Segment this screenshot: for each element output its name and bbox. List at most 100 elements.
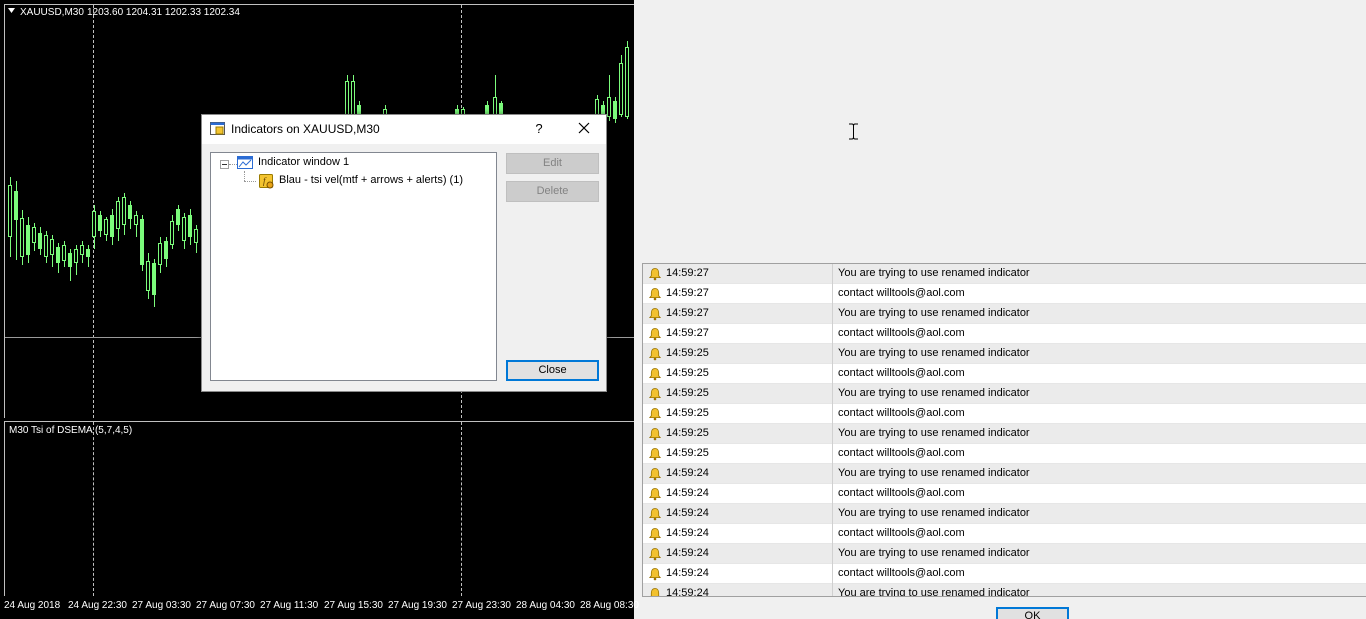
candle-body [152, 263, 156, 295]
log-row[interactable]: 14:59:27 You are trying to use renamed in… [643, 264, 1366, 284]
log-message: contact willtools@aol.com [838, 327, 965, 339]
column-separator [832, 464, 833, 484]
bell-alert-icon [648, 348, 662, 361]
column-separator [832, 504, 833, 524]
log-row[interactable]: 14:59:25 contact willtools@aol.com [643, 404, 1366, 424]
log-message: You are trying to use renamed indicator [838, 307, 1030, 319]
close-button[interactable]: Close [506, 360, 599, 381]
tree-item-indicator-window[interactable]: Indicator window 1 [258, 156, 349, 168]
log-message: contact willtools@aol.com [838, 567, 965, 579]
bell-alert-icon [648, 288, 662, 301]
period-separator [93, 422, 94, 596]
log-time: 14:59:24 [666, 567, 709, 579]
candle-body [38, 233, 42, 249]
bell-alert-icon [648, 568, 662, 581]
log-time: 14:59:24 [666, 587, 709, 597]
log-message: You are trying to use renamed indicator [838, 387, 1030, 399]
log-time: 14:59:24 [666, 547, 709, 559]
bell-alert-icon [648, 448, 662, 461]
chart-symbol-label: XAUUSD,M30 [20, 7, 84, 18]
dropdown-triangle-icon[interactable] [8, 8, 15, 14]
edit-button[interactable]: Edit [506, 153, 599, 174]
log-message: contact willtools@aol.com [838, 487, 965, 499]
log-message: You are trying to use renamed indicator [838, 547, 1030, 559]
log-time: 14:59:25 [666, 407, 709, 419]
indicator-tree[interactable]: Indicator window 1 f Blau - tsi vel(mtf … [210, 152, 497, 381]
indicator-subwindow[interactable]: M30 Tsi of DSEMA (5,7,4,5) [4, 421, 634, 596]
log-row[interactable]: 14:59:25 You are trying to use renamed in… [643, 384, 1366, 404]
candle-body [74, 249, 78, 263]
log-message: You are trying to use renamed indicator [838, 347, 1030, 359]
time-axis-label: 28 Aug 04:30 [516, 600, 575, 611]
time-axis-label: 28 Aug 08:30 [580, 600, 639, 611]
log-row[interactable]: 14:59:25 You are trying to use renamed in… [643, 344, 1366, 364]
log-time: 14:59:27 [666, 327, 709, 339]
bell-alert-icon [648, 468, 662, 481]
column-separator [832, 424, 833, 444]
column-separator [832, 544, 833, 564]
log-row[interactable]: 14:59:27 contact willtools@aol.com [643, 324, 1366, 344]
help-button[interactable]: ? [528, 118, 550, 140]
log-row[interactable]: 14:59:24 contact willtools@aol.com [643, 524, 1366, 544]
candle-body [104, 219, 108, 235]
log-row[interactable]: 14:59:25 You are trying to use renamed in… [643, 424, 1366, 444]
candle-body [80, 245, 84, 255]
collapse-toggle[interactable] [220, 160, 229, 169]
column-separator [832, 384, 833, 404]
bell-alert-icon [650, 588, 660, 596]
log-time: 14:59:25 [666, 347, 709, 359]
log-row[interactable]: 14:59:24 contact willtools@aol.com [643, 484, 1366, 504]
log-message: You are trying to use renamed indicator [838, 267, 1030, 279]
log-time: 14:59:25 [666, 427, 709, 439]
log-row[interactable]: 14:59:24 You are trying to use renamed in… [643, 544, 1366, 564]
log-row[interactable]: 14:59:25 contact willtools@aol.com [643, 364, 1366, 384]
column-separator [832, 364, 833, 384]
chart-ohlc-values: 1203.60 1204.31 1202.33 1202.34 [87, 7, 240, 18]
dialog-body: Indicator window 1 f Blau - tsi vel(mtf … [202, 144, 606, 391]
column-separator [832, 324, 833, 344]
candle-body [14, 191, 18, 220]
candle-body [619, 63, 623, 115]
time-axis-label: 27 Aug 23:30 [452, 600, 511, 611]
text-cursor-icon [849, 123, 858, 140]
time-axis-label: 27 Aug 03:30 [132, 600, 191, 611]
time-axis-label: 24 Aug 2018 [4, 600, 61, 611]
bell-alert-icon [648, 268, 662, 281]
bell-alert-icon [648, 368, 662, 381]
time-axis-label: 27 Aug 11:30 [260, 600, 319, 611]
tree-item-indicator[interactable]: Blau - tsi vel(mtf + arrows + alerts) (1… [279, 174, 463, 186]
dialog-title: Indicators on XAUUSD,M30 [231, 122, 380, 136]
delete-button[interactable]: Delete [506, 181, 599, 202]
log-message: contact willtools@aol.com [838, 447, 965, 459]
log-message: contact willtools@aol.com [838, 407, 965, 419]
log-row[interactable]: 14:59:24 You are trying to use renamed in… [643, 504, 1366, 524]
close-icon[interactable] [572, 118, 596, 140]
indicator-window-icon [210, 122, 225, 135]
journal-log-list[interactable]: 14:59:27 You are trying to use renamed in… [642, 263, 1366, 597]
candle-body [26, 225, 30, 255]
column-separator [832, 484, 833, 504]
candle-body [351, 81, 355, 115]
bell-alert-icon [648, 408, 662, 421]
column-separator [832, 404, 833, 424]
log-row[interactable]: 14:59:27 contact willtools@aol.com [643, 284, 1366, 304]
log-row[interactable]: 14:59:27 You are trying to use renamed in… [643, 304, 1366, 324]
log-row[interactable]: 14:59:24 You are trying to use renamed in… [643, 584, 1366, 597]
indicators-dialog[interactable]: Indicators on XAUUSD,M30 ? Indicator win… [201, 114, 607, 392]
ok-button[interactable]: OK [996, 607, 1069, 619]
log-time: 14:59:27 [666, 307, 709, 319]
bell-alert-icon [648, 528, 662, 541]
candle-body [176, 209, 180, 225]
bell-alert-icon [648, 388, 662, 401]
time-axis-label: 27 Aug 15:30 [324, 600, 383, 611]
candle-body [134, 215, 138, 225]
log-row[interactable]: 14:59:24 You are trying to use renamed in… [643, 464, 1366, 484]
column-separator [832, 564, 833, 584]
log-row[interactable]: 14:59:24 contact willtools@aol.com [643, 564, 1366, 584]
column-separator [832, 344, 833, 364]
candle-body [613, 101, 617, 119]
log-row[interactable]: 14:59:25 contact willtools@aol.com [643, 444, 1366, 464]
log-time: 14:59:25 [666, 367, 709, 379]
log-time: 14:59:24 [666, 507, 709, 519]
column-separator [832, 284, 833, 304]
